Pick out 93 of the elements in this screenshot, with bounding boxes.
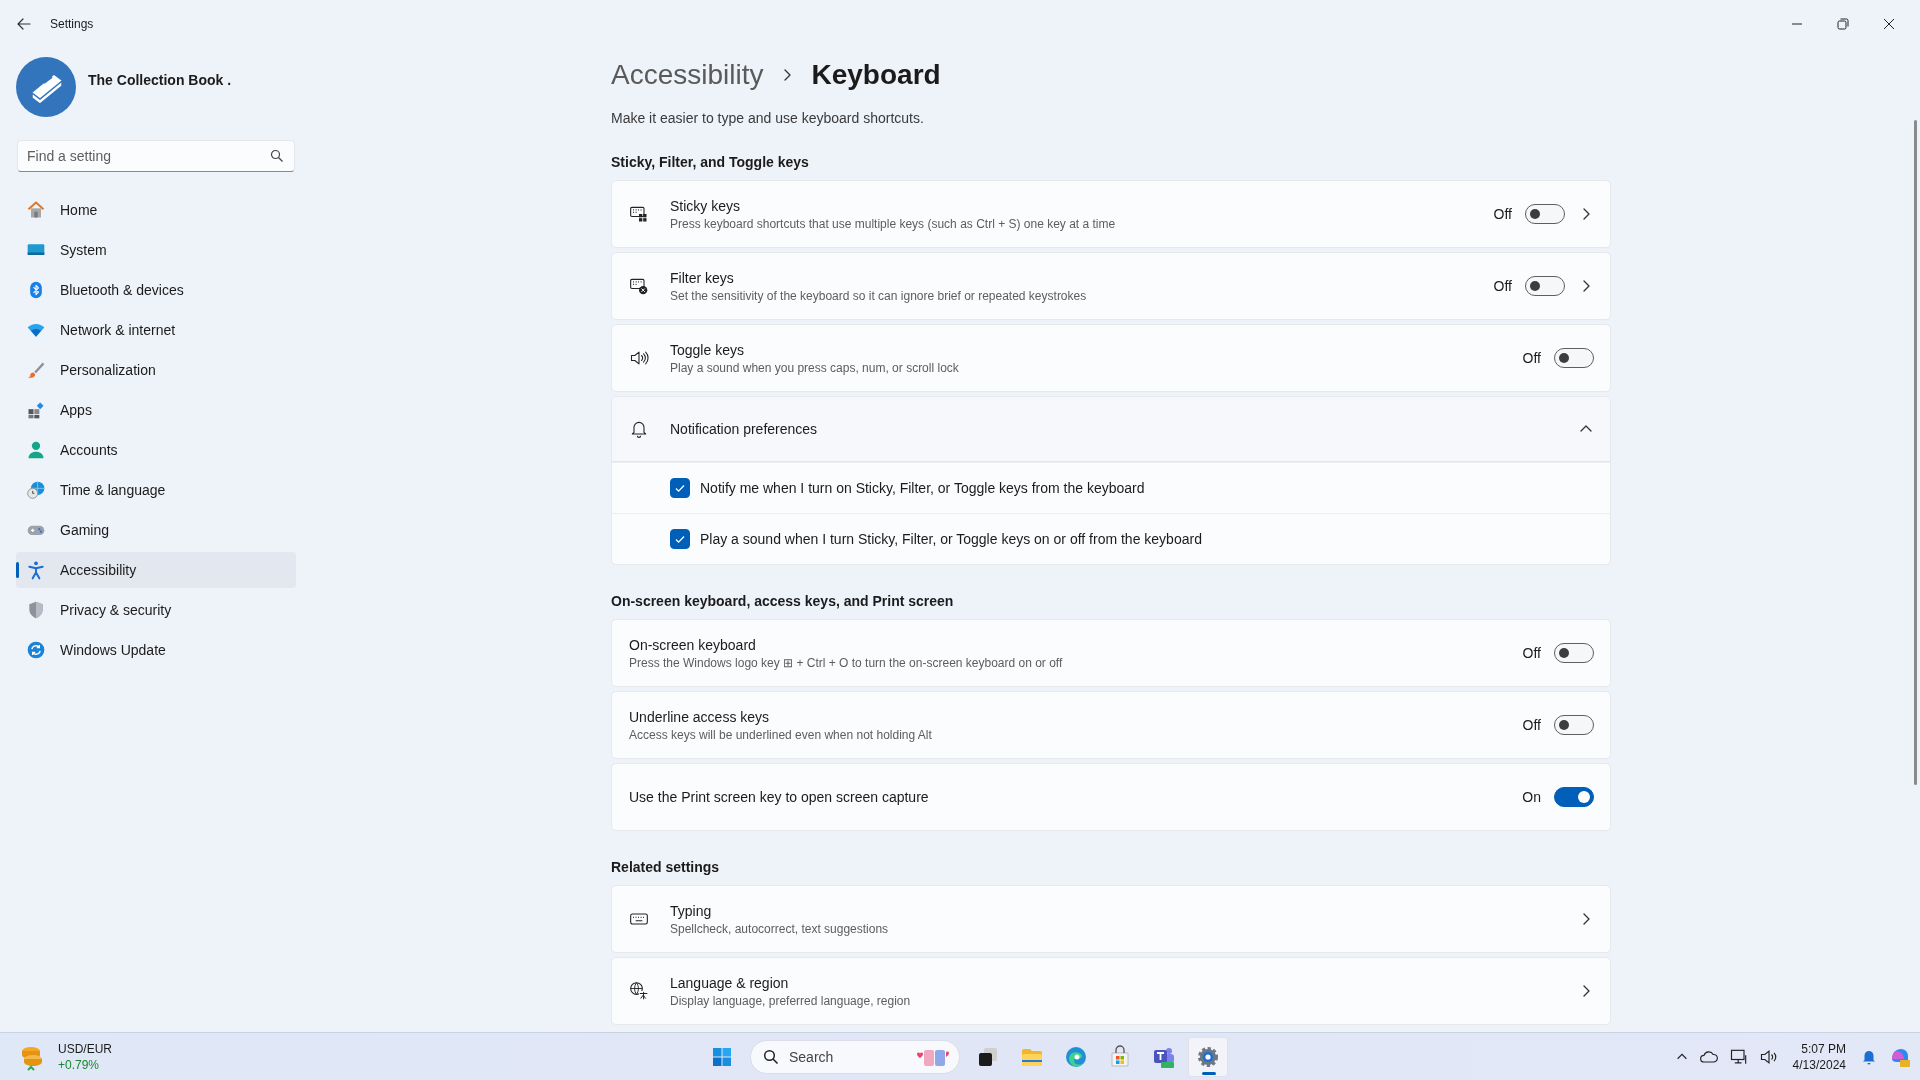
clock[interactable]: 5:07 PM 4/13/2024	[1792, 1040, 1846, 1073]
setting-description: Play a sound when you press caps, num, or scroll lock	[670, 360, 960, 375]
setting-title: Use the Print screen key to open screen capture	[629, 789, 930, 805]
stock-widget[interactable]: USD/EUR +0.79%	[18, 1040, 318, 1073]
toggle-state-label: Off	[1521, 645, 1541, 661]
nav-item[interactable]: System	[16, 232, 296, 268]
nav-item[interactable]: Network & internet	[16, 312, 296, 348]
checkbox-label[interactable]: Notify me when I turn on Sticky, Filter, or Toggle keys from the keyboard	[700, 480, 1145, 496]
search-icon	[270, 149, 284, 163]
setting-card[interactable]: Typing Spellcheck, autocorrect, text suggestions	[611, 885, 1611, 953]
house-icon	[26, 200, 46, 220]
taskbar-search[interactable]: Search	[750, 1039, 960, 1074]
setting-card[interactable]: Use the Print screen key to open screen capture On	[611, 763, 1611, 831]
expander-header[interactable]: Notification preferences	[612, 397, 1610, 462]
setting-title: Language & region	[670, 974, 790, 991]
clock-time: 5:07 PM	[1801, 1040, 1846, 1057]
setting-title: Typing	[670, 902, 713, 919]
toggle-switch[interactable]	[1554, 643, 1594, 663]
setting-card[interactable]: Toggle keys Play a sound when you press caps, num, or scroll lock Off	[611, 324, 1611, 392]
setting-card[interactable]: On-screen keyboard Press the Windows logo key ⊞ + Ctrl + O to turn the on-screen keyboard on or off Off	[611, 619, 1611, 687]
setting-card[interactable]: Filter keys Set the sensitivity of the keyboard so it can ignore brief or repeated keystrokes Off	[611, 252, 1611, 320]
toggle-switch[interactable]	[1554, 787, 1594, 807]
setting-description: Display language, preferred language, region	[670, 993, 912, 1008]
page-title: Keyboard	[811, 59, 941, 91]
toggle-switch[interactable]	[1554, 348, 1594, 368]
scrollbar[interactable]	[1914, 120, 1917, 785]
setting-title: Toggle keys	[670, 341, 745, 358]
section-heading: On-screen keyboard, access keys, and Print screen	[611, 592, 955, 611]
setting-card[interactable]: Underline access keys Access keys will be underlined even when not holding Alt Off	[611, 691, 1611, 759]
shield-icon	[26, 600, 46, 620]
setting-title: On-screen keyboard	[629, 636, 757, 653]
keyboard-clock-icon	[629, 276, 649, 296]
profile-name: The Collection Book .	[88, 72, 232, 88]
close-icon[interactable]	[1881, 16, 1897, 32]
toggle-switch[interactable]	[1525, 276, 1565, 296]
setting-title: Underline access keys	[629, 708, 771, 725]
selection-indicator	[16, 562, 19, 578]
section-heading: Related settings	[611, 858, 721, 877]
setting-title: Notification preferences	[670, 421, 819, 437]
nav-item[interactable]: Accessibility	[16, 552, 296, 588]
keyboard-grid-icon	[629, 204, 649, 224]
setting-description: Set the sensitivity of the keyboard so it can ignore brief or repeated keystrokes	[670, 288, 1088, 303]
widget-title: USD/EUR	[58, 1040, 112, 1057]
bell-icon	[629, 419, 649, 439]
globe-clock-icon	[26, 480, 46, 500]
language-globe-icon	[629, 981, 649, 1001]
toggle-state-label: Off	[1492, 278, 1512, 294]
nav-item[interactable]: Bluetooth & devices	[16, 272, 296, 308]
nav-item[interactable]: Windows Update	[16, 632, 296, 668]
search-icon	[763, 1048, 779, 1065]
gear-icon	[1196, 1044, 1220, 1069]
nav-item[interactable]: Apps	[16, 392, 296, 428]
paintbrush-icon	[26, 360, 46, 380]
section-heading: Sticky, Filter, and Toggle keys	[611, 153, 810, 172]
sync-icon	[26, 640, 46, 660]
nav-item[interactable]: Personalization	[16, 352, 296, 388]
nav-item[interactable]: Privacy & security	[16, 592, 296, 628]
search-field[interactable]: Find a setting	[17, 140, 295, 172]
toggle-state-label: Off	[1492, 206, 1512, 222]
checkbox[interactable]	[670, 478, 690, 498]
checkbox[interactable]	[670, 529, 690, 549]
nav-item[interactable]: Home	[16, 192, 296, 228]
breadcrumb-link[interactable]: Accessibility	[611, 59, 764, 91]
setting-description: Access keys will be underlined even when not holding Alt	[629, 727, 933, 742]
toggle-state-label: Off	[1521, 717, 1541, 733]
person-icon	[26, 440, 46, 460]
setting-title: Sticky keys	[670, 197, 741, 214]
nav-item[interactable]: Time & language	[16, 472, 296, 508]
setting-description: Spellcheck, autocorrect, text suggestions	[670, 921, 890, 936]
toggle-switch[interactable]	[1554, 715, 1594, 735]
toggle-state-label: Off	[1521, 350, 1541, 366]
setting-title: Filter keys	[670, 269, 735, 286]
clock-date: 4/13/2024	[1792, 1056, 1846, 1073]
nav-item[interactable]: Gaming	[16, 512, 296, 548]
store-bag-icon	[1108, 1044, 1132, 1069]
widget-change: +0.79%	[58, 1056, 101, 1073]
nav-item[interactable]: Accounts	[16, 432, 296, 468]
checkbox-label[interactable]: Play a sound when I turn Sticky, Filter, or Toggle keys on or off from the keyboard	[700, 531, 1202, 547]
checkmark-icon	[674, 533, 686, 545]
accessibility-icon	[26, 560, 46, 580]
toggle-switch[interactable]	[1525, 204, 1565, 224]
setting-description: Press keyboard shortcuts that use multiple keys (such as Ctrl + S) one key at a time	[670, 216, 1117, 231]
search-placeholder: Search	[789, 1048, 835, 1065]
browser-swirl-icon	[1064, 1044, 1088, 1069]
setting-card[interactable]: Language & region Display language, preferred language, region	[611, 957, 1611, 1025]
apps-icon	[26, 400, 46, 420]
toggle-state-label: On	[1521, 789, 1541, 805]
checkmark-icon	[674, 482, 686, 494]
setting-card[interactable]: Sticky keys Press keyboard shortcuts that use multiple keys (such as Ctrl + S) one key at a time Off	[611, 180, 1611, 248]
window-title: Settings	[50, 17, 95, 31]
page-description: Make it easier to type and use keyboard shortcuts.	[611, 109, 925, 128]
setting-description: Press the Windows logo key ⊞ + Ctrl + O to turn the on-screen keyboard on or off	[629, 655, 1064, 670]
restore-icon[interactable]	[1835, 16, 1851, 32]
